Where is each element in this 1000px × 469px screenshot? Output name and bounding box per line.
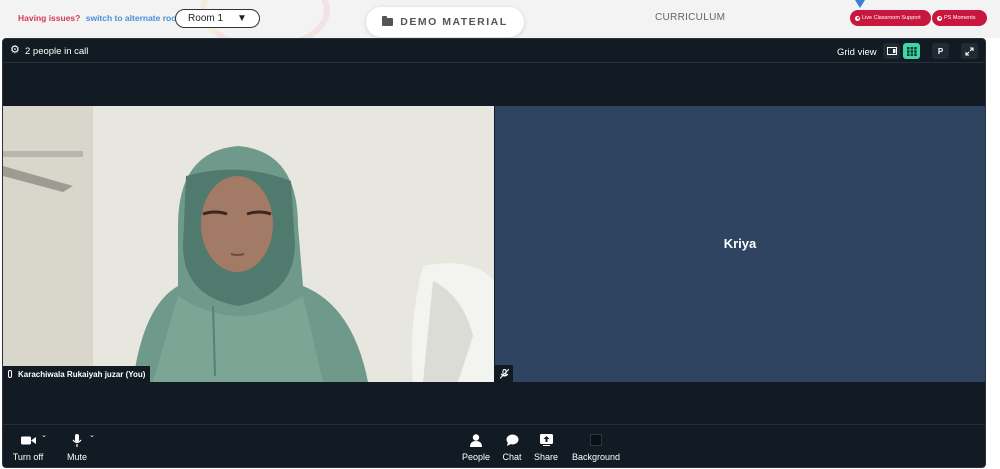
grid-icon <box>906 46 917 56</box>
issues-question: Having issues? <box>18 13 81 23</box>
people-label: People <box>461 452 491 462</box>
share-screen-icon <box>533 432 559 448</box>
background-label: Background <box>571 452 621 462</box>
mic-on-icon <box>8 370 12 378</box>
ps-moments-button[interactable]: PS Moments <box>932 10 987 26</box>
expand-icon <box>965 46 974 56</box>
room-select[interactable]: Room 1 ▼ <box>175 9 260 28</box>
live-support-label: Live Classroom Support <box>862 15 921 21</box>
room-select-value: Room 1 <box>188 13 224 24</box>
switch-room-link[interactable]: switch to alternate room <box>86 13 184 23</box>
live-support-button[interactable]: Live Classroom Support <box>850 10 931 26</box>
curriculum-tab[interactable]: CURRICULUM <box>655 12 725 23</box>
chat-button[interactable]: Chat <box>500 432 524 462</box>
background-icon <box>569 432 623 448</box>
microphone-icon <box>63 432 91 448</box>
video-call-panel: ⚙ 2 people in call Grid view P Karachiwa… <box>2 38 986 468</box>
folder-icon <box>382 16 394 26</box>
fullscreen-button[interactable] <box>961 43 978 59</box>
grid-view-button[interactable] <box>903 43 920 59</box>
local-participant-name: Karachiwala Rukaiyah juzar (You) <box>18 369 146 379</box>
video-camera-icon <box>12 432 44 448</box>
call-header: ⚙ 2 people in call Grid view P <box>3 39 985 63</box>
background-button[interactable]: Background <box>569 432 623 462</box>
chat-label: Chat <box>502 452 522 462</box>
p-button[interactable]: P <box>932 43 949 59</box>
share-label: Share <box>533 452 559 462</box>
person-icon <box>460 432 492 448</box>
mute-label: Mute <box>66 452 87 462</box>
chat-bubble-icon <box>500 432 524 448</box>
mute-button[interactable]: Mute <box>63 432 91 462</box>
remote-participant-name: Kriya <box>723 236 757 251</box>
remote-video-tile: Kriya <box>495 106 985 382</box>
settings-gear-icon[interactable]: ⚙ <box>10 45 20 56</box>
support-icon <box>855 15 860 21</box>
grid-view-label: Grid view <box>837 47 877 58</box>
moments-icon <box>937 15 942 21</box>
local-name-tag: Karachiwala Rukaiyah juzar (You) <box>3 366 151 382</box>
dropdown-arrow-icon: ▼ <box>237 13 247 24</box>
camera-toggle-button[interactable]: Turn off <box>12 432 44 462</box>
ps-moments-label: PS Moments <box>944 15 976 21</box>
local-video-tile: Karachiwala Rukaiyah juzar (You) <box>3 106 494 382</box>
turn-off-label: Turn off <box>12 452 44 462</box>
camera-options-chevron-icon[interactable]: ⌄ <box>41 431 47 439</box>
people-button[interactable]: People <box>460 432 492 462</box>
demo-material-label: DEMO MATERIAL <box>400 16 508 28</box>
demo-material-button[interactable]: DEMO MATERIAL <box>366 7 524 37</box>
top-bar: Having issues? switch to alternate room … <box>0 0 1000 50</box>
speaker-view-button[interactable] <box>883 43 900 59</box>
pin-marker-icon <box>855 0 865 8</box>
mic-options-chevron-icon[interactable]: ⌄ <box>89 431 95 439</box>
mic-muted-icon <box>495 365 513 382</box>
speaker-view-icon <box>886 47 897 55</box>
people-count: 2 people in call <box>25 46 89 57</box>
issues-notice: Having issues? switch to alternate room <box>18 13 184 23</box>
share-button[interactable]: Share <box>533 432 559 462</box>
local-camera-feed <box>3 106 494 382</box>
call-controls-bar: Turn off ⌄ Mute ⌄ People Chat Share Back… <box>3 424 985 467</box>
